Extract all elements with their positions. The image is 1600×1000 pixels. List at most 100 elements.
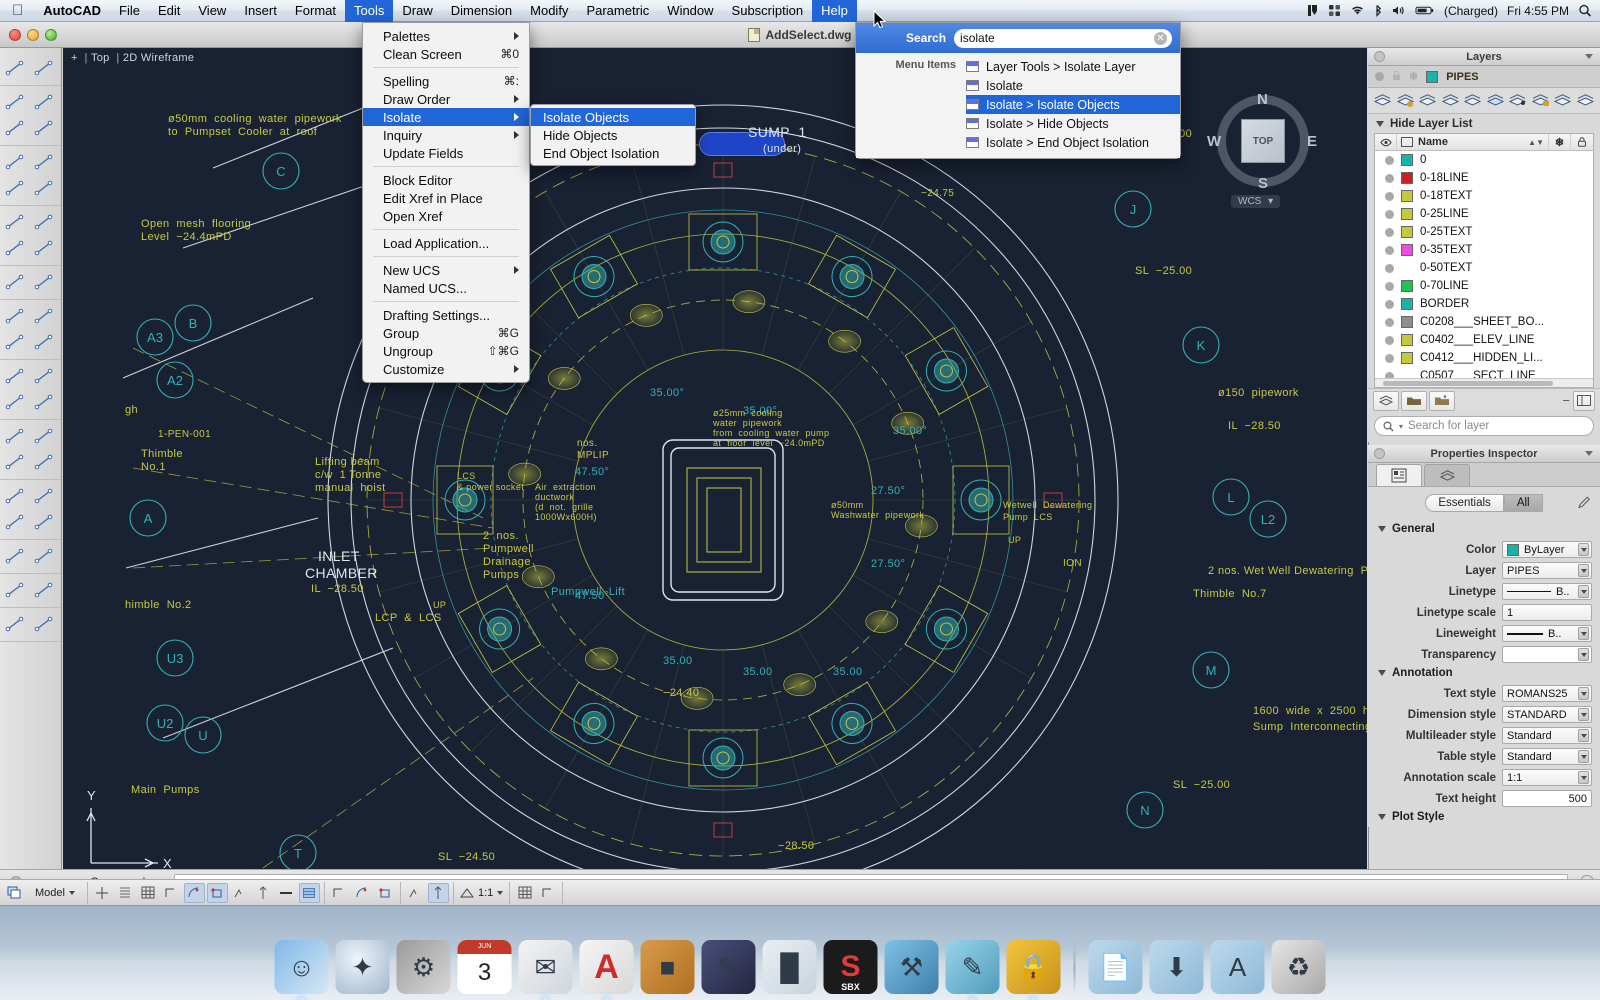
otrack-toggle[interactable]	[230, 883, 251, 903]
properties-inspector-header[interactable]: Properties Inspector	[1368, 445, 1600, 463]
layer-row[interactable]: BORDER	[1375, 295, 1593, 313]
model-space-icon[interactable]	[4, 883, 25, 903]
layer-off-icon[interactable]	[1552, 90, 1574, 112]
menu-tools[interactable]: Tools	[345, 0, 393, 22]
move-tool-icon[interactable]	[0, 303, 29, 329]
layer-visibility-toggle[interactable]	[1385, 336, 1394, 345]
line-tool-icon[interactable]	[29, 55, 58, 81]
dock-item-applications-folder[interactable]: A	[1211, 940, 1265, 994]
dock-item-keynote[interactable]: ■	[641, 940, 695, 994]
align-tool-icon[interactable]	[0, 509, 29, 535]
layer-color-swatch[interactable]	[1401, 334, 1413, 346]
new-layer-group-button[interactable]	[1401, 391, 1427, 411]
properties-inspector-close-button[interactable]	[1374, 448, 1385, 459]
layer-row[interactable]: 0	[1375, 151, 1593, 169]
properties-inspector-collapse-icon[interactable]	[1585, 451, 1593, 456]
property-value-table-style[interactable]: Standard	[1502, 748, 1592, 765]
new-layer-filter-button[interactable]	[1429, 391, 1455, 411]
circle-tool-icon[interactable]	[0, 149, 29, 175]
tab-layer-properties[interactable]	[1424, 464, 1470, 486]
property-group-header[interactable]: Annotation	[1368, 665, 1600, 683]
view-cube[interactable]: N E S W TOP WCS ▾	[1203, 83, 1323, 218]
layer-color-swatch[interactable]	[1401, 298, 1413, 310]
isolate-submenu-item-isolate-objects[interactable]: Isolate Objects	[531, 108, 695, 126]
tools-menu-item-drafting-settings[interactable]: Drafting Settings...	[363, 306, 529, 324]
menu-edit[interactable]: Edit	[149, 0, 189, 22]
layer-freeze-icon[interactable]: ❄	[1409, 70, 1418, 83]
menu-autocad[interactable]: AutoCAD	[34, 0, 110, 22]
menu-insert[interactable]: Insert	[235, 0, 286, 22]
isolate-submenu-item-end-object-isolation[interactable]: End Object Isolation	[531, 144, 695, 162]
layer-color-swatch[interactable]	[1401, 172, 1413, 184]
layer-color-swatch[interactable]	[1401, 352, 1413, 364]
dock-item-keychain[interactable]: 🔒	[1007, 940, 1061, 994]
tools-menu-item-group[interactable]: Group⌘G	[363, 324, 529, 342]
arc-tool-icon[interactable]	[29, 89, 58, 115]
dock-item-safari[interactable]: ✦	[336, 940, 390, 994]
orbit-tool[interactable]	[375, 883, 396, 903]
zoom-button[interactable]	[45, 29, 57, 41]
menu-parametric[interactable]: Parametric	[577, 0, 658, 22]
tools-menu-item-load-application[interactable]: Load Application...	[363, 234, 529, 252]
layer-isolate-icon[interactable]	[1485, 90, 1507, 112]
bluetooth-icon[interactable]	[1374, 4, 1383, 17]
property-value-text-height[interactable]: 500	[1502, 790, 1592, 807]
isolate-submenu-item-hide-objects[interactable]: Hide Objects	[531, 126, 695, 144]
property-value-layer[interactable]: PIPES	[1502, 562, 1592, 579]
menu-subscription[interactable]: Subscription	[723, 0, 813, 22]
menu-file[interactable]: File	[110, 0, 149, 22]
tools-menu-item-draw-order[interactable]: Draw Order	[363, 90, 529, 108]
dock-item-numbers[interactable]: █	[763, 940, 817, 994]
layer-color-swatch[interactable]	[1401, 226, 1413, 238]
explode-tool-icon[interactable]	[29, 509, 58, 535]
clean-screen[interactable]	[537, 883, 558, 903]
layer-row[interactable]: 0-18TEXT	[1375, 187, 1593, 205]
battery-icon[interactable]	[1415, 4, 1435, 17]
dropdown-arrow-icon[interactable]	[1578, 771, 1589, 784]
break-tool-icon[interactable]	[29, 449, 58, 475]
search-icon[interactable]	[1578, 4, 1592, 17]
layers-palette-close-button[interactable]	[1374, 51, 1385, 62]
layer-visibility-icon[interactable]	[1375, 72, 1384, 81]
tab-object-properties[interactable]	[1376, 464, 1422, 486]
dock-item-calendar[interactable]: JUN3	[458, 940, 512, 994]
snap-toggle[interactable]	[92, 883, 113, 903]
current-layer-row[interactable]: ❄ PIPES	[1368, 66, 1600, 88]
clock[interactable]: Fri 4:55 PM	[1507, 4, 1569, 18]
polar-toggle[interactable]	[184, 883, 205, 903]
dropdown-arrow-icon[interactable]	[1578, 648, 1589, 661]
layer-visibility-toggle[interactable]	[1385, 174, 1394, 183]
clear-search-icon[interactable]: ✕	[1154, 32, 1167, 45]
layer-visibility-toggle[interactable]	[1385, 156, 1394, 165]
layer-row[interactable]: 0-70LINE	[1375, 277, 1593, 295]
tools-menu-item-update-fields[interactable]: Update Fields	[363, 144, 529, 162]
property-value-linetype[interactable]: B..	[1502, 583, 1592, 600]
layer-visibility-toggle[interactable]	[1385, 228, 1394, 237]
rotate-tool-icon[interactable]	[29, 303, 58, 329]
change-to-current-layer-icon[interactable]	[1462, 90, 1484, 112]
point-tool-icon[interactable]	[0, 55, 29, 81]
apple-menu-icon[interactable]: 	[0, 3, 34, 18]
dock-item-downloads-folder[interactable]: ⬇	[1150, 940, 1204, 994]
layer-color-swatch[interactable]	[1401, 190, 1413, 202]
layer-visibility-toggle[interactable]	[1385, 354, 1394, 363]
volume-icon[interactable]	[1392, 4, 1406, 17]
tools-menu-item-isolate[interactable]: Isolate	[363, 108, 529, 126]
layer-row[interactable]: 0-25TEXT	[1375, 223, 1593, 241]
hatch-tool-icon[interactable]	[29, 175, 58, 201]
dock-item-xcode[interactable]: ⚒	[885, 940, 939, 994]
viewcube-top-face[interactable]: TOP	[1241, 119, 1285, 163]
viewcube-east-label[interactable]: E	[1307, 133, 1317, 150]
3d-box-tool-icon[interactable]	[0, 269, 29, 295]
drawing-canvas[interactable]: + | Top | 2D Wireframe	[63, 48, 1367, 893]
mirror-page-tool-icon[interactable]	[29, 329, 58, 355]
layer-color-swatch[interactable]	[1401, 280, 1413, 292]
column-visibility[interactable]	[1375, 134, 1397, 151]
grid-icon[interactable]	[1328, 4, 1341, 17]
dropdown-arrow-icon[interactable]	[1578, 627, 1589, 640]
layers-palette-header[interactable]: Layers	[1368, 48, 1600, 66]
minimize-button[interactable]	[27, 29, 39, 41]
annotation-visibility[interactable]	[405, 883, 426, 903]
tools-menu-item-edit-xref-in-place[interactable]: Edit Xref in Place	[363, 189, 529, 207]
column-freeze[interactable]: ❄	[1549, 134, 1571, 151]
